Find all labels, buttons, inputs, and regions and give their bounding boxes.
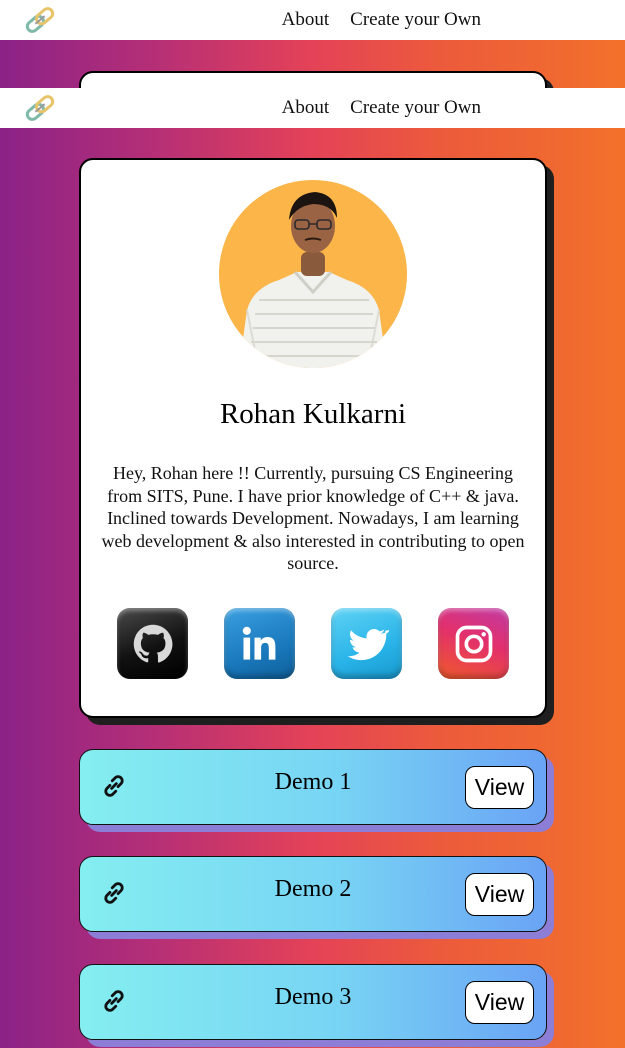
profile-card: Rohan Kulkarni Hey, Rohan here !! Curren… [79,158,547,718]
link-card-demo-2[interactable]: Demo 2 View [79,856,547,932]
twitter-link[interactable] [331,608,402,679]
avatar [219,180,407,368]
profile-photo [239,192,387,368]
duplicate-navbar: About Create your Own [0,88,625,128]
profile-bio: Hey, Rohan here !! Currently, pursuing C… [101,463,525,573]
view-button[interactable]: View [465,766,534,809]
instagram-icon [455,625,492,662]
linkedin-link[interactable] [224,608,295,679]
nav-create-link[interactable]: Create your Own [350,9,481,31]
view-button[interactable]: View [465,873,534,916]
github-link[interactable] [117,608,188,679]
nav-create-link[interactable]: Create your Own [350,97,481,119]
top-navbar: About Create your Own [0,0,625,40]
instagram-link[interactable] [438,608,509,679]
nav-about-link[interactable]: About [282,9,330,31]
linkedin-icon [242,626,275,660]
profile-name: Rohan Kulkarni [219,398,407,430]
github-icon [133,624,172,663]
twitter-icon [347,628,389,660]
link-card-demo-1[interactable]: Demo 1 View [79,749,547,825]
view-button[interactable]: View [465,981,534,1024]
nav-about-link[interactable]: About [282,97,330,119]
link-card-demo-3[interactable]: Demo 3 View [79,964,547,1040]
link-logo-icon[interactable] [22,92,58,124]
social-links [117,608,509,679]
link-logo-icon[interactable] [22,4,58,36]
